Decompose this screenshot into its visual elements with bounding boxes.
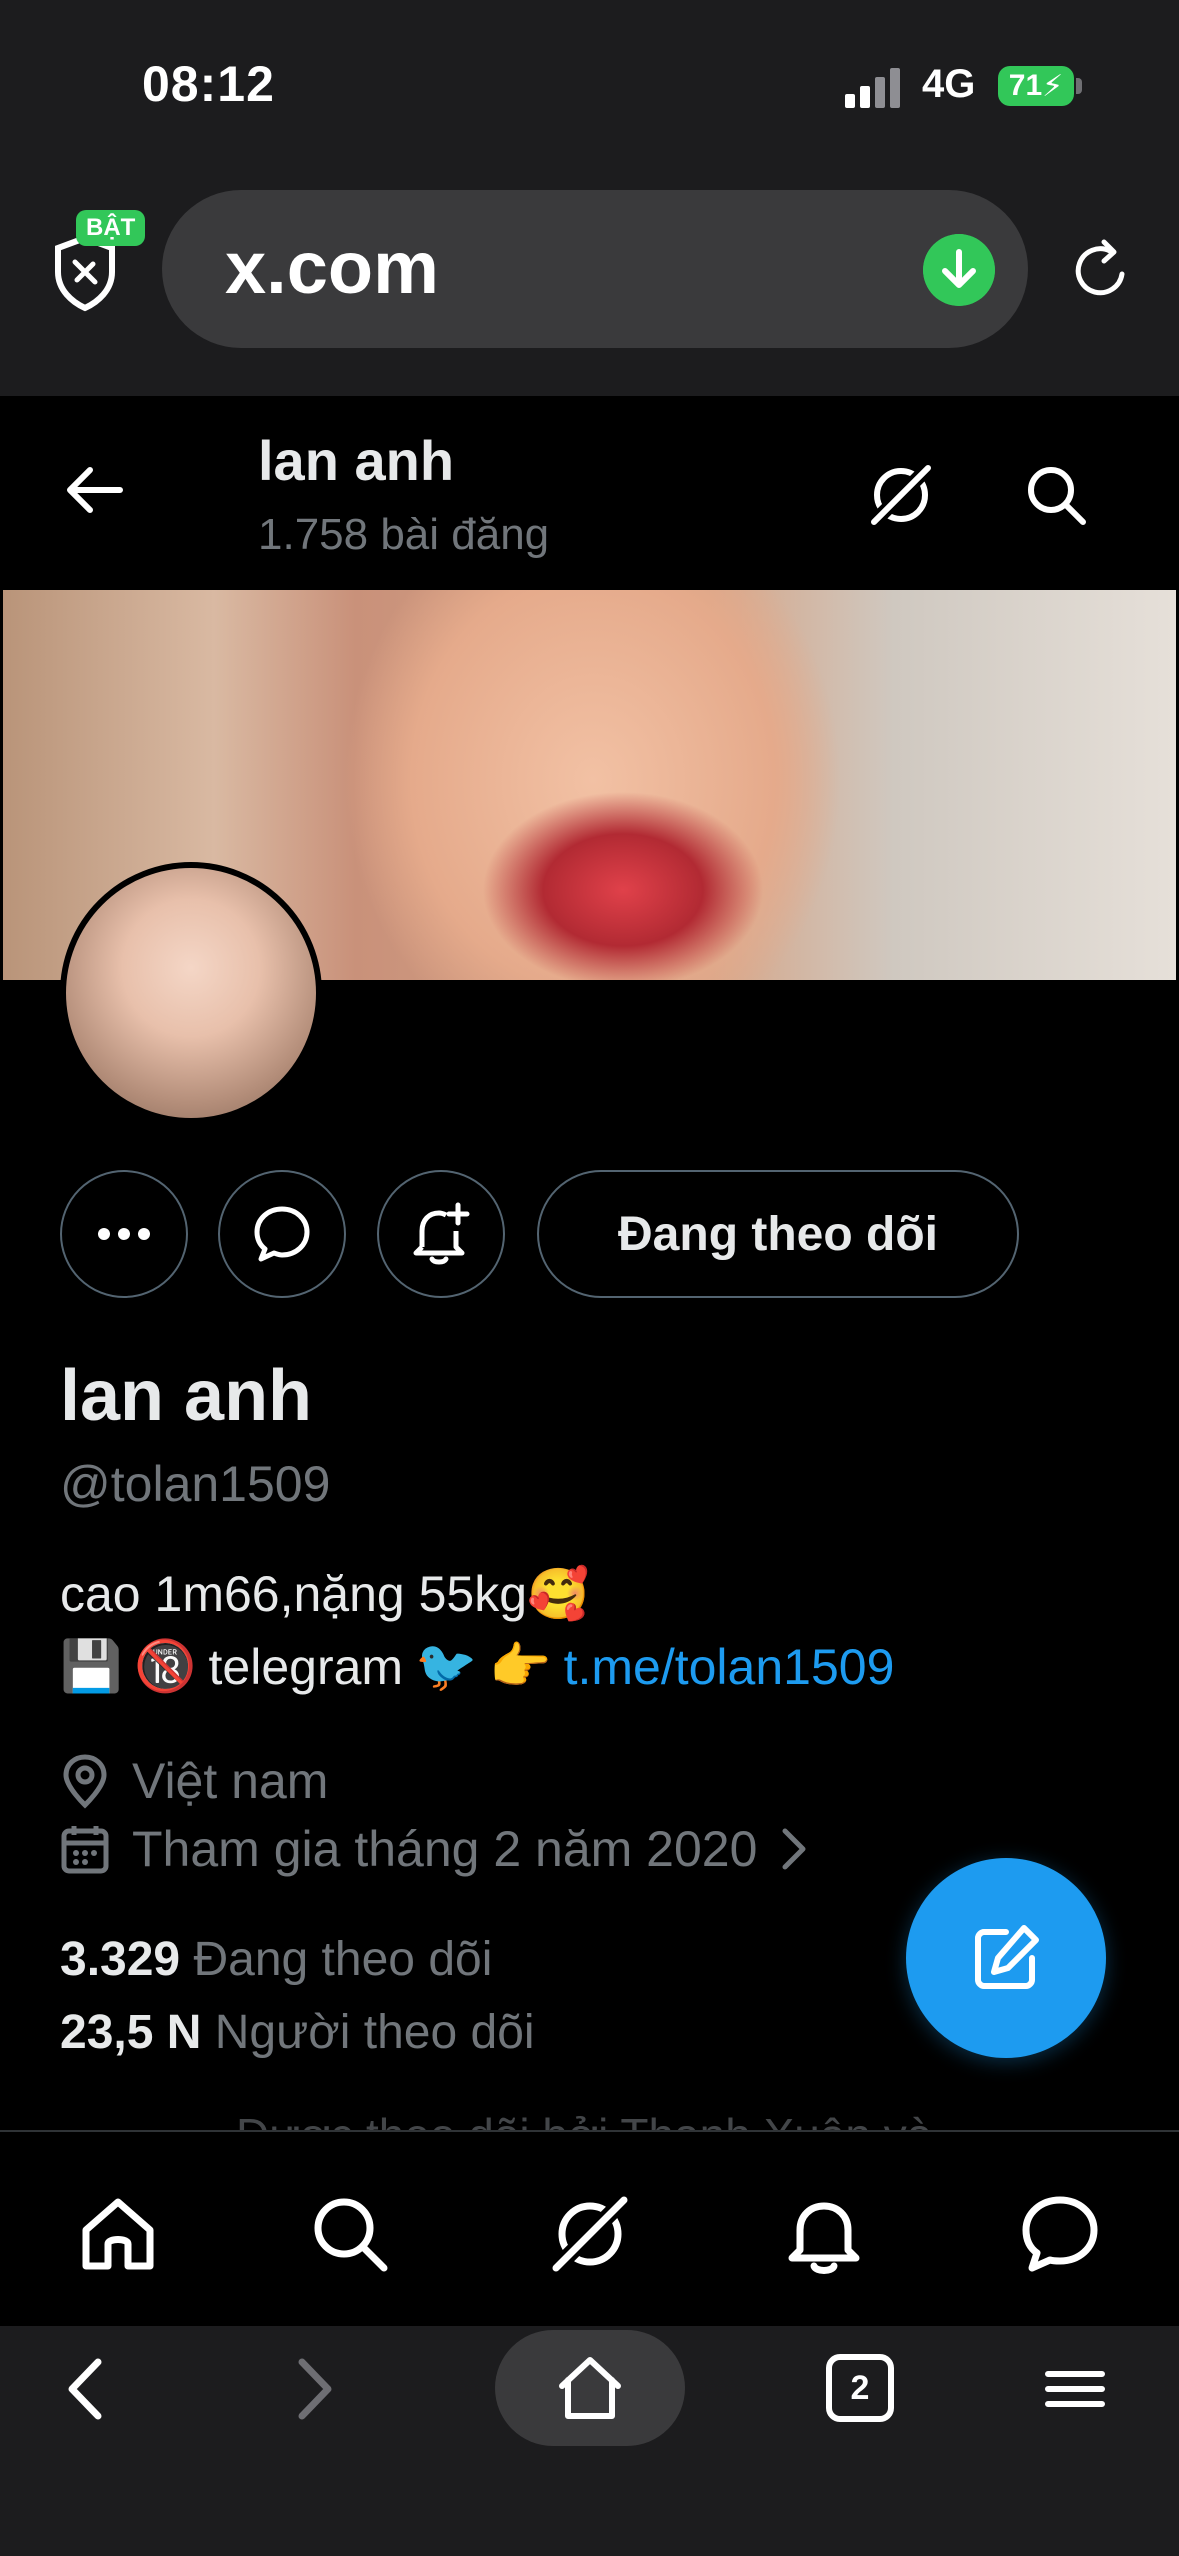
network-label: 4G [922, 62, 976, 106]
notifications-icon[interactable] [782, 2192, 866, 2276]
grok-nav-icon[interactable] [548, 2192, 632, 2276]
floppy-disk-emoji: 💾 [60, 1638, 123, 1694]
profile-name: lan anh [60, 1356, 313, 1436]
joined-row[interactable]: Tham gia tháng 2 năm 2020 [60, 1820, 809, 1878]
search-icon[interactable] [1023, 462, 1089, 528]
compose-icon [975, 1925, 1039, 1989]
header-title: lan anh [258, 429, 455, 492]
chevron-right-icon [782, 1828, 806, 1870]
joined-text: Tham gia tháng 2 năm 2020 [132, 1821, 758, 1877]
bio-link[interactable]: t.me/tolan1509 [564, 1638, 895, 1696]
explore-search-icon[interactable] [308, 2192, 392, 2276]
menu-icon[interactable] [1040, 2354, 1110, 2424]
back-arrow-icon[interactable] [60, 460, 130, 520]
bird-emoji: 🐦 [415, 1638, 478, 1694]
smiling-hearts-emoji: 🥰 [527, 1566, 590, 1622]
bio-text: cao 1m66,nặng 55kg [60, 1566, 528, 1622]
battery-indicator: 71 ⚡ [998, 66, 1074, 106]
charging-icon: ⚡ [1042, 69, 1064, 103]
more-options-button[interactable] [60, 1170, 188, 1298]
bio-telegram: telegram [208, 1638, 404, 1695]
profile-header [0, 396, 1179, 590]
followers-count: 23,5 N [60, 2006, 202, 2059]
bio-line-1: cao 1m66,nặng 55kg🥰 [60, 1565, 589, 1624]
location-row: Việt nam [60, 1752, 328, 1810]
browser-forward-icon[interactable] [278, 2354, 348, 2424]
compose-button[interactable] [906, 1858, 1106, 2058]
grok-icon[interactable] [866, 460, 936, 530]
following-button[interactable]: Đang theo dõi [537, 1170, 1019, 1298]
battery-tip [1076, 78, 1082, 94]
chat-bubble-icon [254, 1206, 310, 1262]
tabs-button[interactable]: 2 [826, 2354, 894, 2422]
post-count: 1.758 bài đăng [258, 510, 550, 559]
profile-handle: @tolan1509 [60, 1456, 331, 1512]
messages-icon[interactable] [1018, 2192, 1102, 2276]
followers-stat[interactable]: 23,5 N Người theo dõi [60, 2005, 535, 2060]
bio-line-2: 💾 🔞 telegram 🐦 👉 t.me/tolan1509 [60, 1637, 894, 1696]
shield-status-badge: BẬT [76, 210, 146, 246]
bell-plus-icon [413, 1202, 470, 1265]
message-button[interactable] [218, 1170, 346, 1298]
following-stat[interactable]: 3.329 Đang theo dõi [60, 1932, 492, 1987]
more-dots-icon [98, 1228, 150, 1240]
reload-icon[interactable] [1066, 236, 1136, 306]
avatar[interactable] [60, 862, 322, 1124]
home-icon[interactable] [76, 2192, 160, 2276]
notify-button[interactable] [377, 1170, 505, 1298]
download-icon[interactable] [923, 234, 995, 306]
following-count: 3.329 [60, 1933, 181, 1986]
calendar-icon [61, 1826, 109, 1874]
location-text: Việt nam [132, 1753, 329, 1809]
no-under-18-emoji: 🔞 [134, 1638, 197, 1694]
browser-back-icon[interactable] [52, 2354, 122, 2424]
following-label: Đang theo dõi [193, 1933, 493, 1986]
clock: 08:12 [142, 56, 275, 112]
pointing-hand-emoji: 👉 [489, 1638, 552, 1694]
browser-home-icon [559, 2357, 621, 2419]
location-pin-icon [63, 1754, 107, 1809]
url-text[interactable]: x.com [225, 225, 439, 310]
signal-icon [845, 68, 900, 108]
battery-level: 71 [1008, 69, 1043, 102]
followers-label: Người theo dõi [214, 2006, 535, 2059]
browser-home-button[interactable] [495, 2330, 685, 2446]
